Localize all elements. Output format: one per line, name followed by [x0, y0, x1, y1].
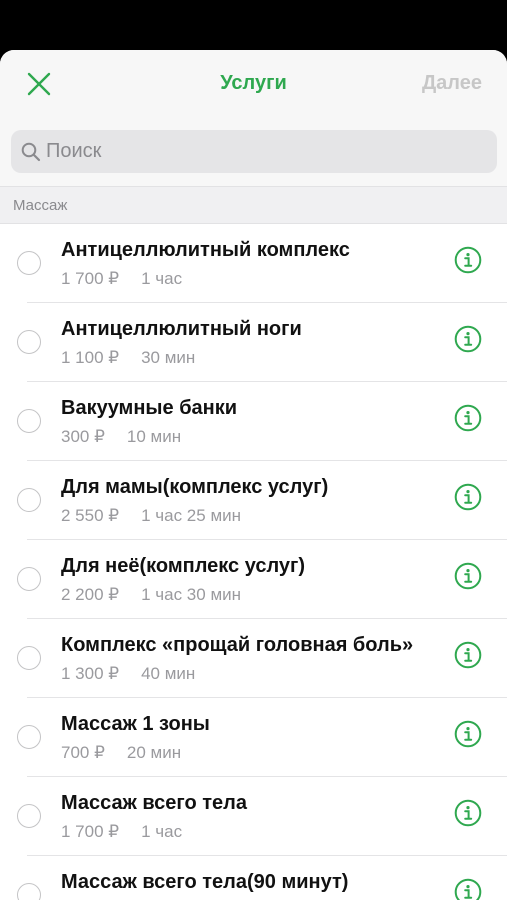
service-name: Массаж всего тела(90 минут): [61, 871, 349, 893]
service-meta: 1 100 ₽ 30 мин: [61, 348, 195, 368]
section-header-massage: Массаж: [0, 186, 507, 224]
service-row[interactable]: Массаж 1 зоны 700 ₽ 20 мин: [0, 698, 507, 777]
service-price: 1 700 ₽: [61, 822, 120, 841]
service-duration: 1 час: [141, 822, 183, 841]
radio-button[interactable]: [17, 251, 41, 275]
search-icon: [20, 141, 42, 163]
info-icon[interactable]: [454, 562, 482, 590]
service-meta: 300 ₽ 10 мин: [61, 427, 181, 447]
service-meta: 1 700 ₽ 1 час: [61, 822, 182, 842]
radio-button[interactable]: [17, 883, 41, 900]
info-icon[interactable]: [454, 720, 482, 748]
service-duration: 10 мин: [126, 427, 182, 446]
search-box[interactable]: [11, 130, 497, 173]
info-icon[interactable]: [454, 641, 482, 669]
service-duration: 30 мин: [141, 348, 196, 367]
header-bar: Услуги Далее: [0, 50, 507, 118]
service-price: 300 ₽: [61, 427, 105, 446]
service-meta: 1 300 ₽ 40 мин: [61, 664, 195, 684]
service-price: 1 300 ₽: [61, 664, 120, 683]
service-name: Антицеллюлитный комплекс: [61, 239, 350, 261]
radio-button[interactable]: [17, 567, 41, 591]
service-duration: 1 час 30 мин: [141, 585, 242, 604]
service-duration: 1 час: [141, 269, 183, 288]
service-meta: 700 ₽ 20 мин: [61, 743, 181, 763]
service-row[interactable]: Вакуумные банки 300 ₽ 10 мин: [0, 382, 507, 461]
service-name: Для неё(комплекс услуг): [61, 555, 306, 577]
info-icon[interactable]: [454, 878, 482, 900]
service-list: Антицеллюлитный комплекс 1 700 ₽1 час Анти…: [0, 224, 507, 900]
info-icon[interactable]: [454, 404, 482, 432]
service-price: 2 200 ₽: [61, 585, 120, 604]
service-row[interactable]: Антицеллюлитный комплекс 1 700 ₽ 1 час: [0, 224, 507, 303]
radio-button[interactable]: [17, 646, 41, 670]
info-icon[interactable]: [454, 483, 482, 511]
service-meta: 2 550 ₽ 1 час 25 мин: [61, 506, 241, 526]
service-duration: 1 час 25 мин: [141, 506, 242, 525]
info-icon[interactable]: [454, 325, 482, 353]
service-price: 700 ₽: [61, 743, 105, 762]
service-row[interactable]: Массаж всего тела(90 минут): [0, 856, 507, 900]
info-icon[interactable]: [454, 799, 482, 827]
service-meta: 1 700 ₽ 1 час: [61, 269, 182, 289]
service-duration: 20 мин: [126, 743, 182, 762]
service-name: Массаж 1 зоны: [61, 713, 210, 735]
radio-button[interactable]: [17, 725, 41, 749]
service-price: 2 550 ₽: [61, 506, 120, 525]
radio-button[interactable]: [17, 409, 41, 433]
service-duration: 40 мин: [141, 664, 196, 683]
services-sheet: Услуги Далее Массаж Антицеллюлитный комп…: [0, 50, 507, 900]
search-area: [0, 118, 507, 186]
search-input[interactable]: [46, 140, 446, 163]
next-button[interactable]: Далее: [422, 72, 482, 95]
radio-button[interactable]: [17, 330, 41, 354]
service-row[interactable]: Комплекс «прощай головная боль» 1 300 ₽ 40…: [0, 619, 507, 698]
info-icon[interactable]: [454, 246, 482, 274]
service-name: Вакуумные банки: [61, 397, 238, 419]
service-name: Массаж всего тела: [61, 792, 248, 814]
service-row[interactable]: Массаж всего тела 1 700 ₽ 1 час: [0, 777, 507, 856]
service-price: 1 700 ₽: [61, 269, 120, 288]
service-price: 1 100 ₽: [61, 348, 120, 367]
service-row[interactable]: Для мамы(комплекс услуг) 2 550 ₽ 1 час 25 …: [0, 461, 507, 540]
service-row[interactable]: Для неё(комплекс услуг) 2 200 ₽ 1 час 30 м…: [0, 540, 507, 619]
radio-button[interactable]: [17, 488, 41, 512]
service-name: Для мамы(комплекс услуг): [61, 476, 329, 498]
service-row[interactable]: Антицеллюлитный ноги 1 100 ₽ 30 мин: [0, 303, 507, 382]
service-meta: 2 200 ₽ 1 час 30 мин: [61, 585, 241, 605]
service-name: Антицеллюлитный ноги: [61, 318, 302, 340]
radio-button[interactable]: [17, 804, 41, 828]
service-name: Комплекс «прощай головная боль»: [61, 634, 414, 656]
